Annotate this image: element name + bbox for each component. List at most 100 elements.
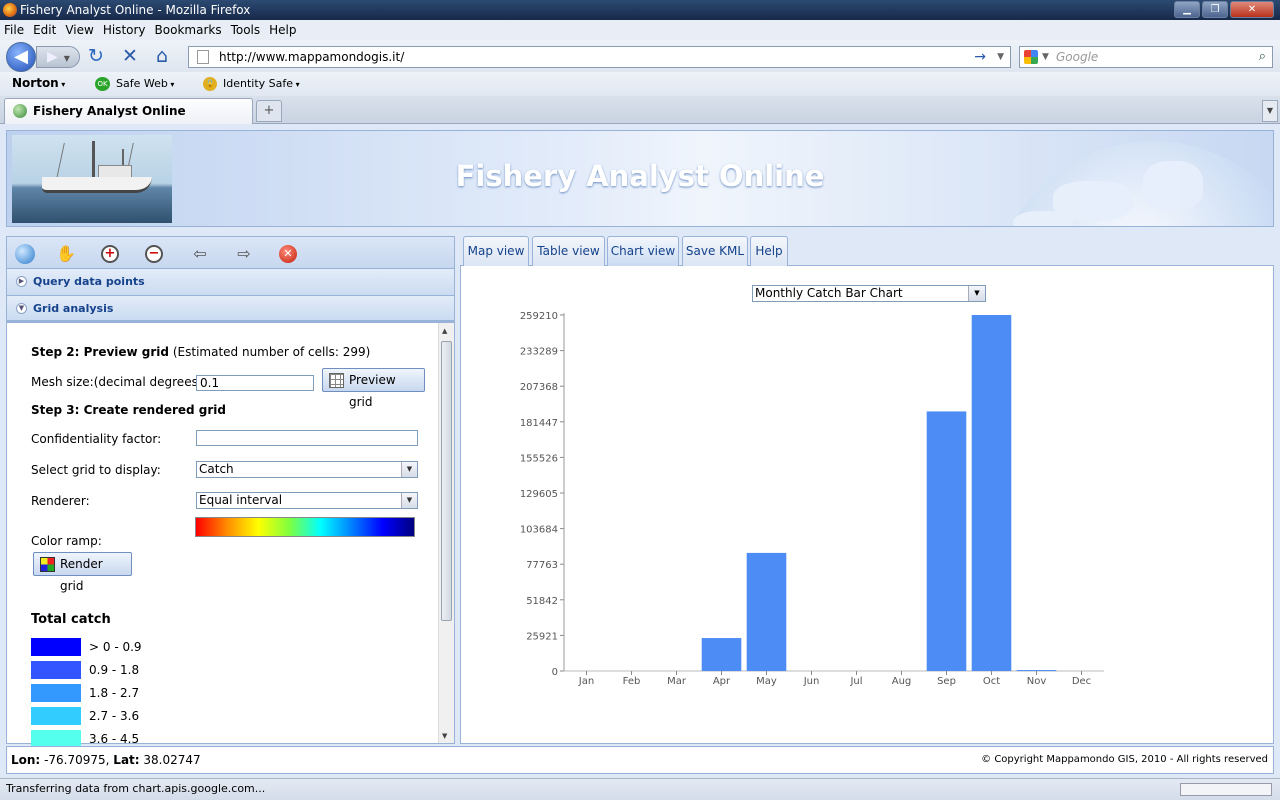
search-input[interactable]: ▼ Google ⌕ <box>1019 46 1273 68</box>
tab-list-dropdown-icon[interactable]: ▼ <box>1262 100 1278 122</box>
lat-value: 38.02747 <box>143 753 201 767</box>
app-banner: Fishery Analyst Online <box>6 130 1274 227</box>
next-extent-arrow-icon[interactable]: ⇨ <box>233 243 255 265</box>
forward-button[interactable]: ▶ ▼ <box>36 46 80 68</box>
browser-tab-label: Fishery Analyst Online <box>33 104 186 118</box>
menu-bookmarks[interactable]: Bookmarks <box>155 23 222 37</box>
right-panel: Map view Table view Chart view Save KML … <box>460 236 1274 744</box>
norton-menu[interactable]: Norton ▾ <box>12 76 65 90</box>
x-tick-label: Feb <box>623 676 641 687</box>
stop-icon[interactable]: ✕ <box>122 46 138 66</box>
home-icon[interactable]: ⌂ <box>156 46 168 66</box>
view-tabs: Map view Table view Chart view Save KML … <box>460 236 1274 266</box>
search-icon[interactable]: ⌕ <box>1259 47 1266 67</box>
browser-status-text: Transferring data from chart.apis.google… <box>6 782 266 795</box>
step2-title: Step 2: Preview grid <box>31 345 170 359</box>
lat-label: Lat: <box>113 753 140 767</box>
y-tick-label: 0 <box>552 667 558 678</box>
url-bar[interactable]: http://www.mappamondogis.it/ → ▼ <box>188 46 1011 68</box>
render-grid-label: Render grid <box>60 557 103 593</box>
page-icon <box>197 50 209 64</box>
legend-label: > 0 - 0.9 <box>89 640 142 654</box>
zoom-in-icon[interactable]: + <box>101 245 119 263</box>
renderer-label: Renderer: <box>31 494 90 508</box>
accordion-query-label: Query data points <box>33 275 145 288</box>
tab-chart-view[interactable]: Chart view <box>607 236 679 266</box>
tab-save-kml[interactable]: Save KML <box>682 236 748 266</box>
window-title-bar: Fishery Analyst Online - Mozilla Firefox… <box>0 0 1280 20</box>
reload-icon[interactable]: ↻ <box>88 46 104 66</box>
tab-map-view[interactable]: Map view <box>463 236 529 266</box>
x-tick-label: Jun <box>803 676 820 687</box>
close-window-icon[interactable]: ✕ <box>1230 1 1274 18</box>
y-tick-label: 155526 <box>520 453 558 464</box>
renderer-select[interactable]: Equal interval ▼ <box>196 492 418 509</box>
x-tick-label: Aug <box>892 676 912 687</box>
step3-title: Step 3: Create rendered grid <box>31 403 226 417</box>
grid-select[interactable]: Catch ▼ <box>196 461 418 478</box>
accordion-grid-analysis[interactable]: ▼ Grid analysis <box>7 296 454 323</box>
grid-analysis-body: Step 2: Preview grid (Estimated number o… <box>7 323 439 748</box>
y-tick-label: 181447 <box>520 418 558 429</box>
accordion-grid-label: Grid analysis <box>33 302 114 315</box>
browser-tab-strip: Fishery Analyst Online + ▼ <box>0 96 1280 124</box>
chevron-down-icon: ▼ <box>401 493 417 508</box>
lon-label: Lon: <box>11 753 41 767</box>
y-tick-label: 207368 <box>520 382 558 393</box>
firefox-icon <box>3 3 17 17</box>
legend-title: Total catch <box>31 612 111 627</box>
tab-table-view[interactable]: Table view <box>532 236 605 266</box>
minimize-icon[interactable]: ▁ <box>1174 1 1200 18</box>
safe-web-button[interactable]: OK Safe Web ▾ <box>95 77 174 91</box>
scrollbar-thumb[interactable] <box>441 341 452 621</box>
search-engine-dropdown-icon[interactable]: ▼ <box>1042 47 1049 67</box>
url-dropdown-icon[interactable]: ▼ <box>997 47 1004 67</box>
left-panel-scrollbar[interactable]: ▲ ▼ <box>438 323 454 743</box>
pan-hand-icon[interactable]: ✋ <box>55 243 77 265</box>
mesh-size-label: Mesh size:(decimal degrees) <box>31 375 203 389</box>
accordion-query-data-points[interactable]: ▶ Query data points <box>7 269 454 296</box>
menu-view[interactable]: View <box>65 23 93 37</box>
identity-safe-label: Identity Safe <box>223 77 294 90</box>
x-tick-label: Nov <box>1027 676 1047 687</box>
tab-help[interactable]: Help <box>750 236 788 266</box>
legend-label: 0.9 - 1.8 <box>89 663 140 677</box>
safe-web-ok-icon: OK <box>95 77 110 91</box>
menu-tools[interactable]: Tools <box>231 23 261 37</box>
confidentiality-input[interactable] <box>196 430 418 446</box>
render-grid-icon <box>40 557 55 572</box>
google-icon <box>1024 50 1038 64</box>
render-grid-button[interactable]: Render grid <box>33 552 132 593</box>
preview-grid-button[interactable]: Preview grid <box>322 368 425 409</box>
mesh-size-input[interactable]: 0.1 <box>196 375 314 391</box>
x-tick-label: Oct <box>983 676 1000 687</box>
menu-edit[interactable]: Edit <box>33 23 56 37</box>
browser-tab[interactable]: Fishery Analyst Online <box>4 98 253 124</box>
y-tick-label: 259210 <box>520 311 558 322</box>
bar-nov <box>1016 670 1057 672</box>
new-tab-button[interactable]: + <box>256 100 282 122</box>
bar-may <box>746 552 787 671</box>
previous-extent-arrow-icon[interactable]: ⇦ <box>189 243 211 265</box>
color-ramp-selector[interactable] <box>195 517 415 537</box>
scroll-down-icon[interactable]: ▼ <box>442 732 447 740</box>
go-arrow-icon[interactable]: → <box>974 47 986 67</box>
lon-value: -76.70975 <box>44 753 106 767</box>
menu-help[interactable]: Help <box>269 23 296 37</box>
back-button[interactable]: ◀ <box>6 42 36 72</box>
bar-oct <box>971 315 1012 671</box>
clear-stop-icon[interactable]: ✕ <box>279 245 297 263</box>
full-extent-globe-icon[interactable] <box>15 244 35 264</box>
zoom-out-icon[interactable]: − <box>145 245 163 263</box>
menu-history[interactable]: History <box>103 23 146 37</box>
app-title: Fishery Analyst Online <box>455 159 825 193</box>
x-tick-label: Mar <box>667 676 687 687</box>
left-panel: ✋ + − ⇦ ⇨ ✕ ▶ Query data points ▼ Grid a… <box>6 236 455 748</box>
menu-file[interactable]: File <box>4 23 24 37</box>
safe-web-label: Safe Web <box>116 77 168 90</box>
monthly-catch-bar-chart: 0 25921 51842 77763 103684 129605 155526 181447… <box>520 311 1104 687</box>
maximize-icon[interactable]: ❐ <box>1202 1 1228 18</box>
x-tick-label: Jan <box>578 676 594 687</box>
identity-safe-button[interactable]: 🔒 Identity Safe ▾ <box>203 77 300 91</box>
scroll-up-icon[interactable]: ▲ <box>442 327 447 335</box>
